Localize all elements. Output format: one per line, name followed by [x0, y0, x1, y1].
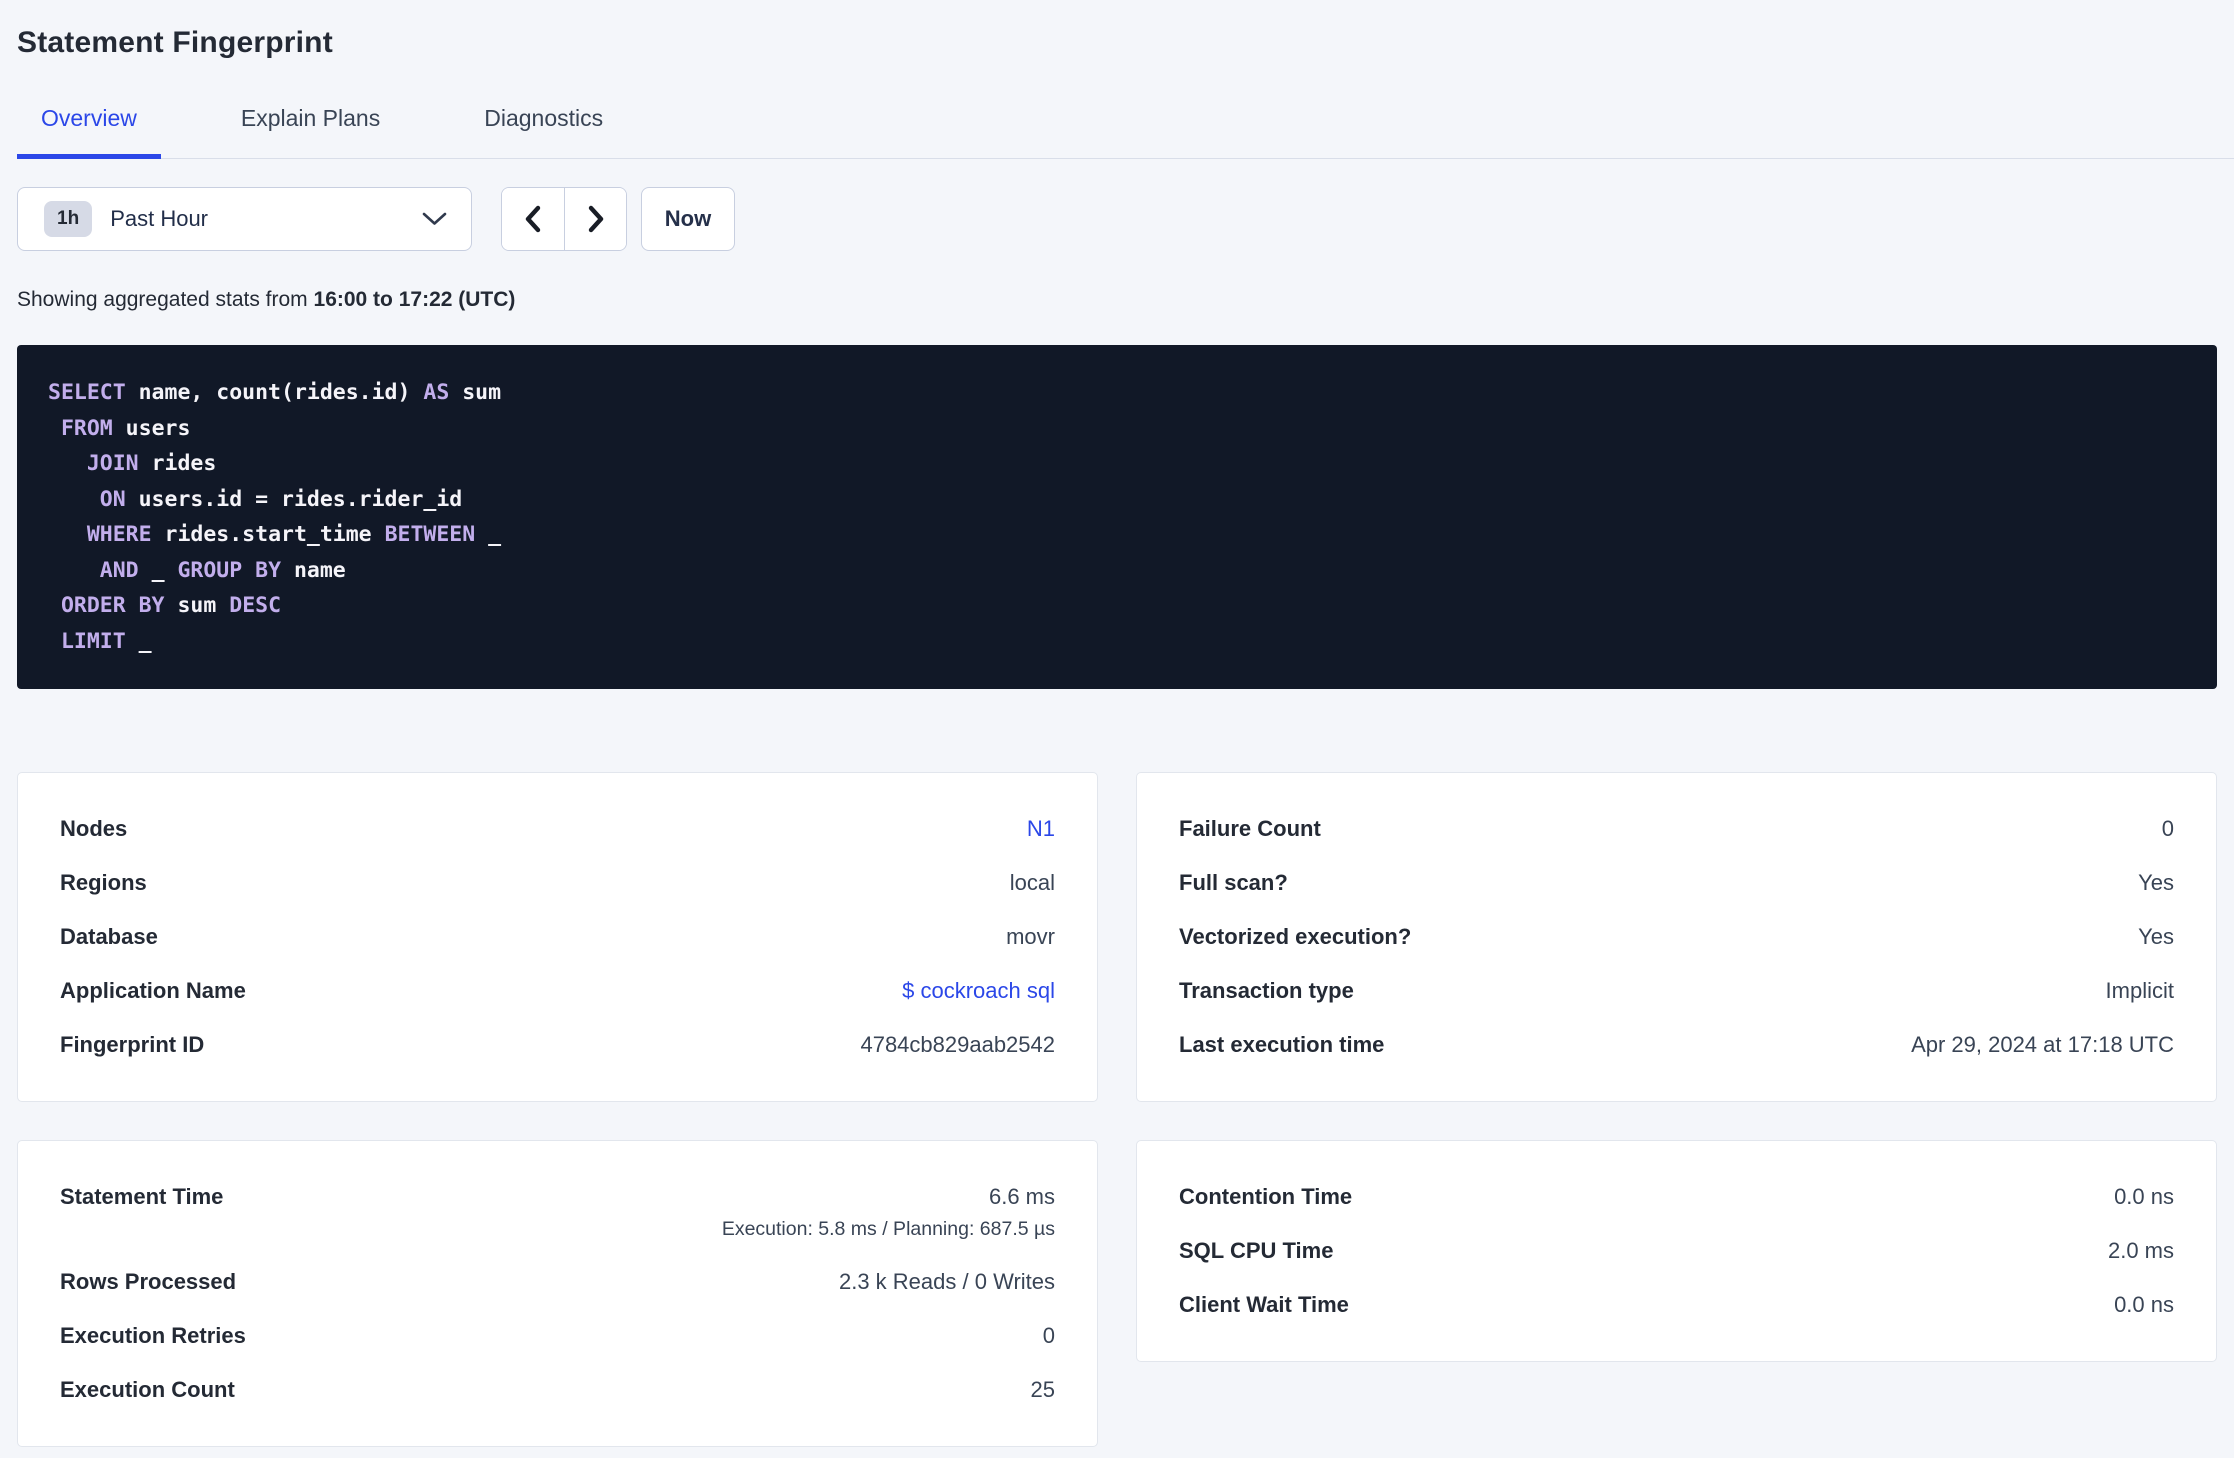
sql-line: ON users.id = rides.rider_id: [99, 486, 463, 512]
page-title: Statement Fingerprint: [17, 26, 333, 59]
stat-row: Client Wait Time 0.0 ns: [1179, 1278, 2174, 1332]
time-range-badge: 1h: [44, 201, 93, 237]
stat-row: Statement Time 6.6 ms Execution: 5.8 ms / …: [60, 1170, 1055, 1255]
sql-line: LIMIT _: [60, 628, 152, 654]
tab-overview[interactable]: Overview: [17, 107, 161, 159]
bottom-cards: Statement Time 6.6 ms Execution: 5.8 ms / …: [17, 1140, 2217, 1447]
stat-value: 0: [1042, 1323, 1055, 1348]
time-range-select[interactable]: 1h Past Hour: [17, 187, 472, 251]
stat-row: Execution Count 25: [60, 1363, 1055, 1417]
stat-subvalue: Execution: 5.8 ms / Planning: 687.5 µs: [721, 1218, 1055, 1240]
stat-label: SQL CPU Time: [1179, 1238, 1334, 1263]
stat-value: 0: [2161, 816, 2174, 841]
stat-label: Full scan?: [1179, 870, 1288, 895]
sql-line: FROM users: [60, 415, 191, 441]
stat-value: Apr 29, 2024 at 17:18 UTC: [1911, 1032, 2174, 1057]
stat-value: 2.3 k Reads / 0 Writes: [838, 1269, 1055, 1294]
chevron-left-icon: [523, 204, 543, 234]
stat-value: movr: [1006, 924, 1055, 949]
stat-row: Vectorized execution? Yes: [1179, 910, 2174, 964]
wait-stats-card: Contention Time 0.0 ns SQL CPU Time 2.0 ms C…: [1136, 1140, 2217, 1362]
stat-value: local: [1009, 870, 1055, 895]
stat-label: Application Name: [60, 978, 246, 1003]
chevron-down-icon: [422, 212, 447, 226]
stat-value: Yes: [2138, 870, 2174, 895]
stat-label: Rows Processed: [60, 1269, 237, 1294]
stat-label: Fingerprint ID: [60, 1032, 205, 1057]
stat-value: 6.6 ms: [988, 1184, 1055, 1209]
stat-value: 0.0 ns: [2114, 1184, 2174, 1209]
stat-value: Implicit: [2105, 978, 2174, 1003]
stat-row: SQL CPU Time 2.0 ms: [1179, 1224, 2174, 1278]
stat-row: Transaction type Implicit: [1179, 964, 2174, 1018]
stat-label: Execution Retries: [60, 1323, 246, 1348]
stat-label: Last execution time: [1179, 1032, 1385, 1057]
stat-row: Rows Processed 2.3 k Reads / 0 Writes: [60, 1255, 1055, 1309]
statement-details-card: Nodes N1 Regions local Database movr Applicati…: [17, 772, 1098, 1102]
stat-value: 2.0 ms: [2107, 1238, 2174, 1263]
timing-stats-card: Statement Time 6.6 ms Execution: 5.8 ms / …: [17, 1140, 1098, 1447]
stat-row: Nodes N1: [60, 802, 1055, 856]
stat-row: Execution Retries 0: [60, 1309, 1055, 1363]
top-cards: Nodes N1 Regions local Database movr Applicati…: [17, 772, 2217, 1102]
stat-row: Application Name $ cockroach sql: [60, 964, 1055, 1018]
tab-explain-plans[interactable]: Explain Plans: [217, 107, 404, 159]
chevron-right-icon: [586, 204, 606, 234]
next-interval-button[interactable]: [564, 188, 626, 250]
stat-value-link[interactable]: N1: [1027, 816, 1055, 842]
previous-interval-button[interactable]: [502, 188, 564, 250]
statement-fingerprint-page: Statement Fingerprint Overview Explain Pl…: [0, 0, 2234, 1447]
stat-value: Yes: [2138, 924, 2174, 949]
stat-value: 25: [1030, 1377, 1055, 1402]
summary-range: 16:00 to 17:22 (UTC): [313, 288, 516, 311]
aggregated-stats-summary: Showing aggregated stats from 16:00 to 1…: [17, 288, 2217, 312]
stat-row: Full scan? Yes: [1179, 856, 2174, 910]
tab-bar: Overview Explain Plans Diagnostics: [17, 107, 2234, 159]
sql-line: JOIN rides: [86, 451, 217, 476]
stat-value: 0.0 ns: [2114, 1292, 2174, 1317]
time-nav-group: [501, 187, 627, 251]
time-toolbar: 1h Past Hour Now: [17, 187, 2217, 251]
stat-label: Database: [60, 924, 158, 949]
sql-line: AND _ GROUP BY name: [99, 557, 346, 583]
stat-label: Regions: [60, 870, 147, 895]
stat-label: Transaction type: [1179, 978, 1354, 1003]
stat-label: Contention Time: [1179, 1184, 1353, 1209]
stat-row: Fingerprint ID 4784cb829aab2542: [60, 1018, 1055, 1072]
stat-label: Vectorized execution?: [1179, 924, 1412, 949]
sql-code: SELECT name, count(rides.id) AS sum FROM…: [48, 375, 2186, 659]
stat-label: Statement Time: [60, 1184, 224, 1209]
stat-row: Last execution time Apr 29, 2024 at 17:18…: [1179, 1018, 2174, 1072]
stat-label: Execution Count: [60, 1377, 235, 1402]
stat-label: Failure Count: [1179, 816, 1321, 841]
execution-attributes-card: Failure Count 0 Full scan? Yes Vectorized ex…: [1136, 772, 2217, 1102]
summary-prefix: Showing aggregated stats from: [17, 288, 314, 311]
stat-label: Nodes: [60, 816, 128, 841]
now-button[interactable]: Now: [641, 187, 735, 251]
stat-row: Contention Time 0.0 ns: [1179, 1170, 2174, 1224]
sql-statement-box: SELECT name, count(rides.id) AS sum FROM…: [17, 345, 2217, 689]
stat-label: Client Wait Time: [1179, 1292, 1349, 1317]
stat-row: Failure Count 0: [1179, 802, 2174, 856]
stat-value-link[interactable]: $ cockroach sql: [902, 978, 1055, 1004]
stat-row: Regions local: [60, 856, 1055, 910]
stat-value: 4784cb829aab2542: [860, 1032, 1055, 1057]
sql-line: SELECT name, count(rides.id) AS sum: [48, 380, 502, 405]
sql-line: ORDER BY sum DESC: [60, 593, 282, 618]
sql-line: WHERE rides.start_time BETWEEN _: [86, 522, 502, 547]
tab-diagnostics[interactable]: Diagnostics: [460, 107, 627, 159]
time-range-label: Past Hour: [110, 206, 209, 231]
stat-row: Database movr: [60, 910, 1055, 964]
